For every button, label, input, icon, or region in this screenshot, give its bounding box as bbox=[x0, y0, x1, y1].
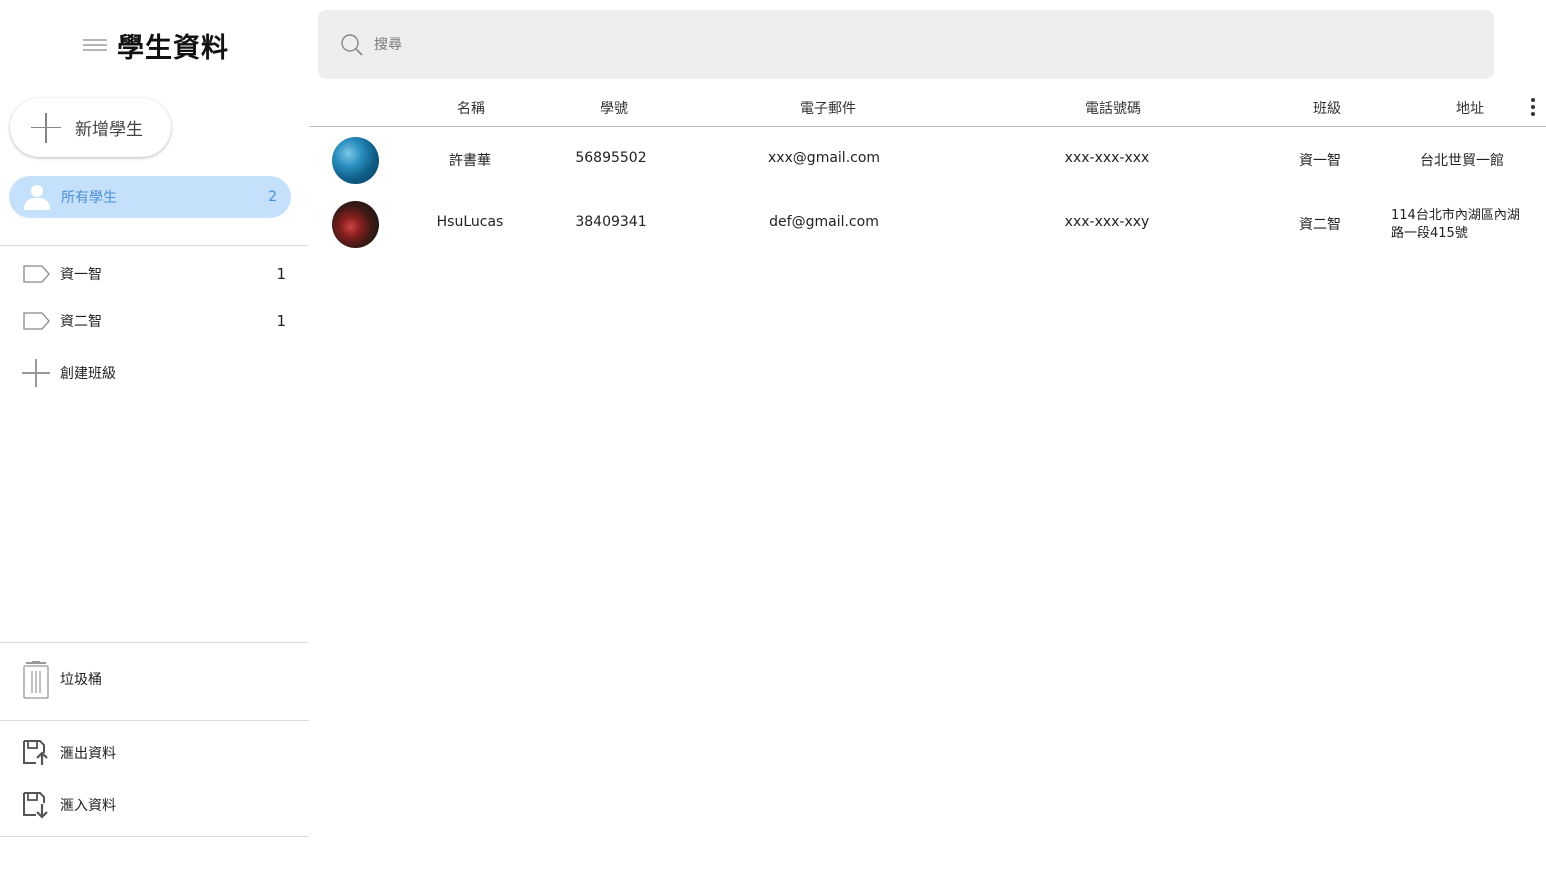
student-phone: xxx-xxx-xxx bbox=[1064, 150, 1150, 166]
import-data-button[interactable]: 滙入資料 bbox=[0, 785, 309, 825]
column-header-name[interactable]: 名稱 bbox=[457, 98, 485, 118]
student-email: def@gmail.com bbox=[769, 214, 879, 230]
divider bbox=[0, 245, 309, 246]
sidebar: 學生資料 新增學生 所有學生 2 資一智 1 資二智 1 創建班級 垃圾桶 滙出… bbox=[0, 0, 309, 881]
table-row[interactable]: HsuLucas 38409341 def@gmail.com xxx-xxx-… bbox=[309, 192, 1546, 256]
student-name: 許書華 bbox=[449, 153, 491, 169]
plus-icon bbox=[22, 359, 50, 387]
sidebar-item-class-2[interactable]: 資二智 1 bbox=[0, 301, 309, 341]
student-phone: xxx-xxx-xxy bbox=[1064, 214, 1150, 230]
student-class: 資一智 bbox=[1299, 153, 1341, 169]
column-header-address[interactable]: 地址 bbox=[1456, 98, 1484, 118]
student-address: 台北世貿一館 bbox=[1420, 153, 1504, 169]
create-class-label: 創建班級 bbox=[60, 366, 116, 382]
hamburger-icon[interactable] bbox=[83, 37, 107, 53]
student-email: xxx@gmail.com bbox=[767, 150, 881, 166]
export-label: 滙出資料 bbox=[60, 746, 116, 762]
search-bar bbox=[318, 10, 1494, 79]
avatar bbox=[332, 137, 379, 184]
sidebar-item-trash[interactable]: 垃圾桶 bbox=[0, 659, 309, 699]
class-count: 1 bbox=[276, 265, 286, 283]
tag-icon bbox=[22, 307, 50, 335]
class-label: 資二智 bbox=[60, 314, 102, 330]
app-title: 學生資料 bbox=[117, 32, 229, 64]
student-class: 資二智 bbox=[1299, 217, 1341, 233]
all-students-count: 2 bbox=[268, 189, 277, 205]
trash-icon bbox=[22, 661, 50, 699]
sidebar-item-class-1[interactable]: 資一智 1 bbox=[0, 254, 309, 294]
column-header-id[interactable]: 學號 bbox=[600, 98, 628, 118]
add-student-button[interactable]: 新增學生 bbox=[10, 98, 171, 157]
import-label: 滙入資料 bbox=[60, 798, 116, 814]
class-label: 資一智 bbox=[60, 267, 102, 283]
more-vertical-icon[interactable] bbox=[1529, 97, 1537, 117]
student-id: 56895502 bbox=[575, 150, 647, 166]
app-brand: 學生資料 bbox=[83, 27, 229, 64]
trash-label: 垃圾桶 bbox=[60, 672, 102, 688]
column-header-email[interactable]: 電子郵件 bbox=[800, 98, 856, 118]
export-icon bbox=[22, 739, 50, 767]
column-header-phone[interactable]: 電話號碼 bbox=[1085, 98, 1141, 118]
create-class-button[interactable]: 創建班級 bbox=[0, 353, 309, 393]
divider bbox=[0, 720, 309, 721]
import-icon bbox=[22, 791, 50, 819]
column-header-class[interactable]: 班級 bbox=[1313, 98, 1341, 118]
search-icon bbox=[341, 33, 363, 56]
avatar bbox=[332, 201, 379, 248]
search-input[interactable] bbox=[374, 36, 974, 53]
class-count: 1 bbox=[276, 312, 286, 330]
student-id: 38409341 bbox=[575, 214, 647, 230]
student-name: HsuLucas bbox=[436, 214, 504, 230]
plus-icon bbox=[31, 112, 61, 143]
person-icon bbox=[23, 184, 51, 210]
student-address: 114台北市內湖區內湖路一段415號 bbox=[1391, 208, 1520, 241]
divider bbox=[0, 642, 309, 643]
divider bbox=[0, 836, 309, 837]
tag-icon bbox=[22, 260, 50, 288]
all-students-label: 所有學生 bbox=[61, 190, 117, 206]
add-student-label: 新增學生 bbox=[75, 120, 143, 140]
table-header: 名稱 學號 電子郵件 電話號碼 班級 地址 bbox=[309, 88, 1546, 127]
sidebar-item-all-students[interactable]: 所有學生 2 bbox=[9, 176, 291, 218]
table-row[interactable]: 許書華 56895502 xxx@gmail.com xxx-xxx-xxx 資… bbox=[309, 128, 1546, 192]
export-data-button[interactable]: 滙出資料 bbox=[0, 733, 309, 773]
